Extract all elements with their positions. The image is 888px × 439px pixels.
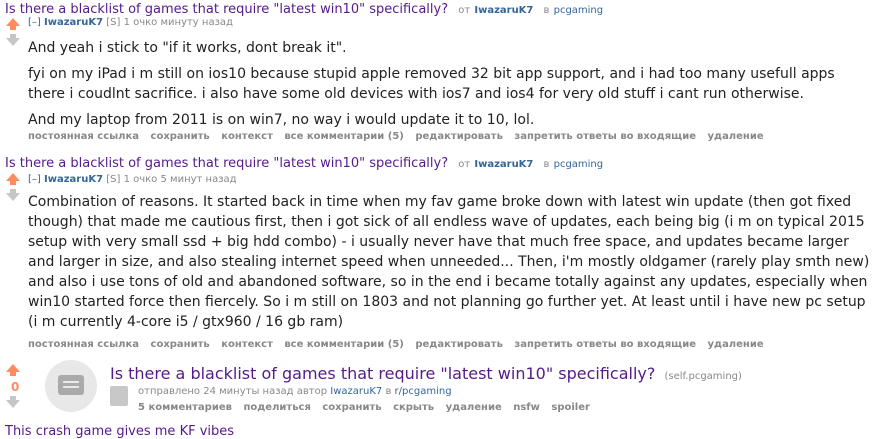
delete-button[interactable]: удаление [707, 131, 763, 142]
delete-button[interactable]: удаление [446, 402, 502, 413]
disable-inbox-replies-button[interactable]: запретить ответы во входящие [514, 339, 696, 350]
upvote-stem [10, 372, 16, 376]
parent-author-link[interactable]: IwazaruK7 [474, 5, 533, 16]
chat-bubble-icon [58, 375, 84, 395]
upvote-stem [10, 26, 16, 30]
comment-author-link[interactable]: IwazaruK7 [44, 174, 103, 185]
nsfw-button[interactable]: nsfw [513, 402, 540, 413]
thumb-line [63, 386, 79, 388]
upvote-arrow-icon[interactable] [6, 173, 20, 181]
submitter-flair: [S] [106, 174, 121, 185]
in-label: в [385, 386, 392, 397]
collapse-toggle[interactable]: [–] [28, 17, 41, 28]
comment-paragraph: And my laptop from 2011 is on win7, no w… [28, 112, 535, 128]
subreddit-link[interactable]: pcgaming [554, 159, 604, 170]
post-subreddit-link[interactable]: r/pcgaming [395, 386, 452, 397]
downvote-arrow-icon[interactable] [6, 38, 20, 46]
comments-button[interactable]: 5 комментариев [138, 402, 232, 413]
subreddit-link[interactable]: pcgaming [554, 5, 604, 16]
post-downvote [5, 396, 21, 408]
context-button[interactable]: контекст [221, 131, 273, 142]
by-label: от [458, 159, 471, 170]
comment-paragraph: Combination of reasons. It started back … [28, 194, 870, 330]
all-comments-button[interactable]: все комментарии (5) [284, 131, 404, 142]
share-button[interactable]: поделиться [243, 402, 310, 413]
edit-button[interactable]: редактировать [415, 339, 503, 350]
expando-text-icon[interactable] [110, 386, 128, 406]
upvote-arrow-icon[interactable] [6, 18, 20, 26]
post-vote-arrows [5, 364, 21, 376]
submitted-time: отправлено 24 минуты назад автор [138, 386, 328, 397]
disable-inbox-replies-button[interactable]: запретить ответы во входящие [514, 131, 696, 142]
context-button[interactable]: контекст [221, 339, 273, 350]
hide-button[interactable]: скрыть [393, 402, 434, 413]
comment-parent-title-line: Is there a blacklist of games that requi… [5, 2, 603, 17]
spoiler-button[interactable]: spoiler [551, 402, 590, 413]
in-label: в [543, 5, 550, 16]
permalink-button[interactable]: постоянная ссылка [28, 339, 139, 350]
comment-buttons: постоянная ссылка сохранить контекст все… [28, 339, 772, 350]
post-tagline: отправлено 24 минуты назад автор Iwazaru… [138, 386, 452, 397]
parent-post-title-link[interactable]: Is there a blacklist of games that requi… [5, 156, 448, 171]
post-title-link[interactable]: Is there a blacklist of games that requi… [110, 364, 655, 383]
collapse-toggle[interactable]: [–] [28, 174, 41, 185]
parent-post-title-link[interactable]: Is there a blacklist of games that requi… [5, 2, 448, 17]
upvote-stem [10, 181, 16, 185]
vote-arrows [5, 173, 21, 201]
downvote-arrow-icon[interactable] [6, 193, 20, 201]
vote-arrows [5, 18, 21, 46]
post-domain[interactable]: (self.pcgaming) [664, 371, 741, 382]
post-author-link[interactable]: IwazaruK7 [330, 386, 382, 397]
comment-body: Combination of reasons. It started back … [28, 192, 873, 338]
comment-paragraph: And yeah i stick to "if it works, dont b… [28, 40, 347, 56]
save-button[interactable]: сохранить [151, 339, 210, 350]
comment-author-link[interactable]: IwazaruK7 [44, 17, 103, 28]
comment-meta: 1 очко 5 минут назад [123, 174, 237, 185]
save-button[interactable]: сохранить [151, 131, 210, 142]
post-score: 0 [11, 380, 20, 394]
post-buttons: 5 комментариев поделиться сохранить скры… [138, 402, 598, 413]
comment-tagline: [–] IwazaruK7 [S] 1 очко минуту назад [28, 17, 233, 28]
comment-parent-title-line: Is there a blacklist of games that requi… [5, 156, 603, 171]
all-comments-button[interactable]: все комментарии (5) [284, 339, 404, 350]
thumb-line [63, 381, 79, 383]
upvote-arrow-icon[interactable] [6, 364, 20, 372]
post-title-line: Is there a blacklist of games that requi… [110, 364, 742, 383]
comment-meta: 1 очко минуту назад [123, 17, 233, 28]
comment-body: And yeah i stick to "if it works, dont b… [28, 38, 873, 136]
in-label: в [543, 159, 550, 170]
delete-button[interactable]: удаление [707, 339, 763, 350]
by-label: от [458, 5, 471, 16]
permalink-button[interactable]: постоянная ссылка [28, 131, 139, 142]
comment-paragraph: fyi on my iPad i m still on ios10 becaus… [28, 66, 835, 102]
parent-author-link[interactable]: IwazaruK7 [474, 159, 533, 170]
downvote-arrow-icon[interactable] [6, 400, 20, 408]
comment-tagline: [–] IwazaruK7 [S] 1 очко 5 минут назад [28, 174, 237, 185]
comment-buttons: постоянная ссылка сохранить контекст все… [28, 131, 772, 142]
edit-button[interactable]: редактировать [415, 131, 503, 142]
save-button[interactable]: сохранить [322, 402, 381, 413]
submitter-flair: [S] [106, 17, 121, 28]
